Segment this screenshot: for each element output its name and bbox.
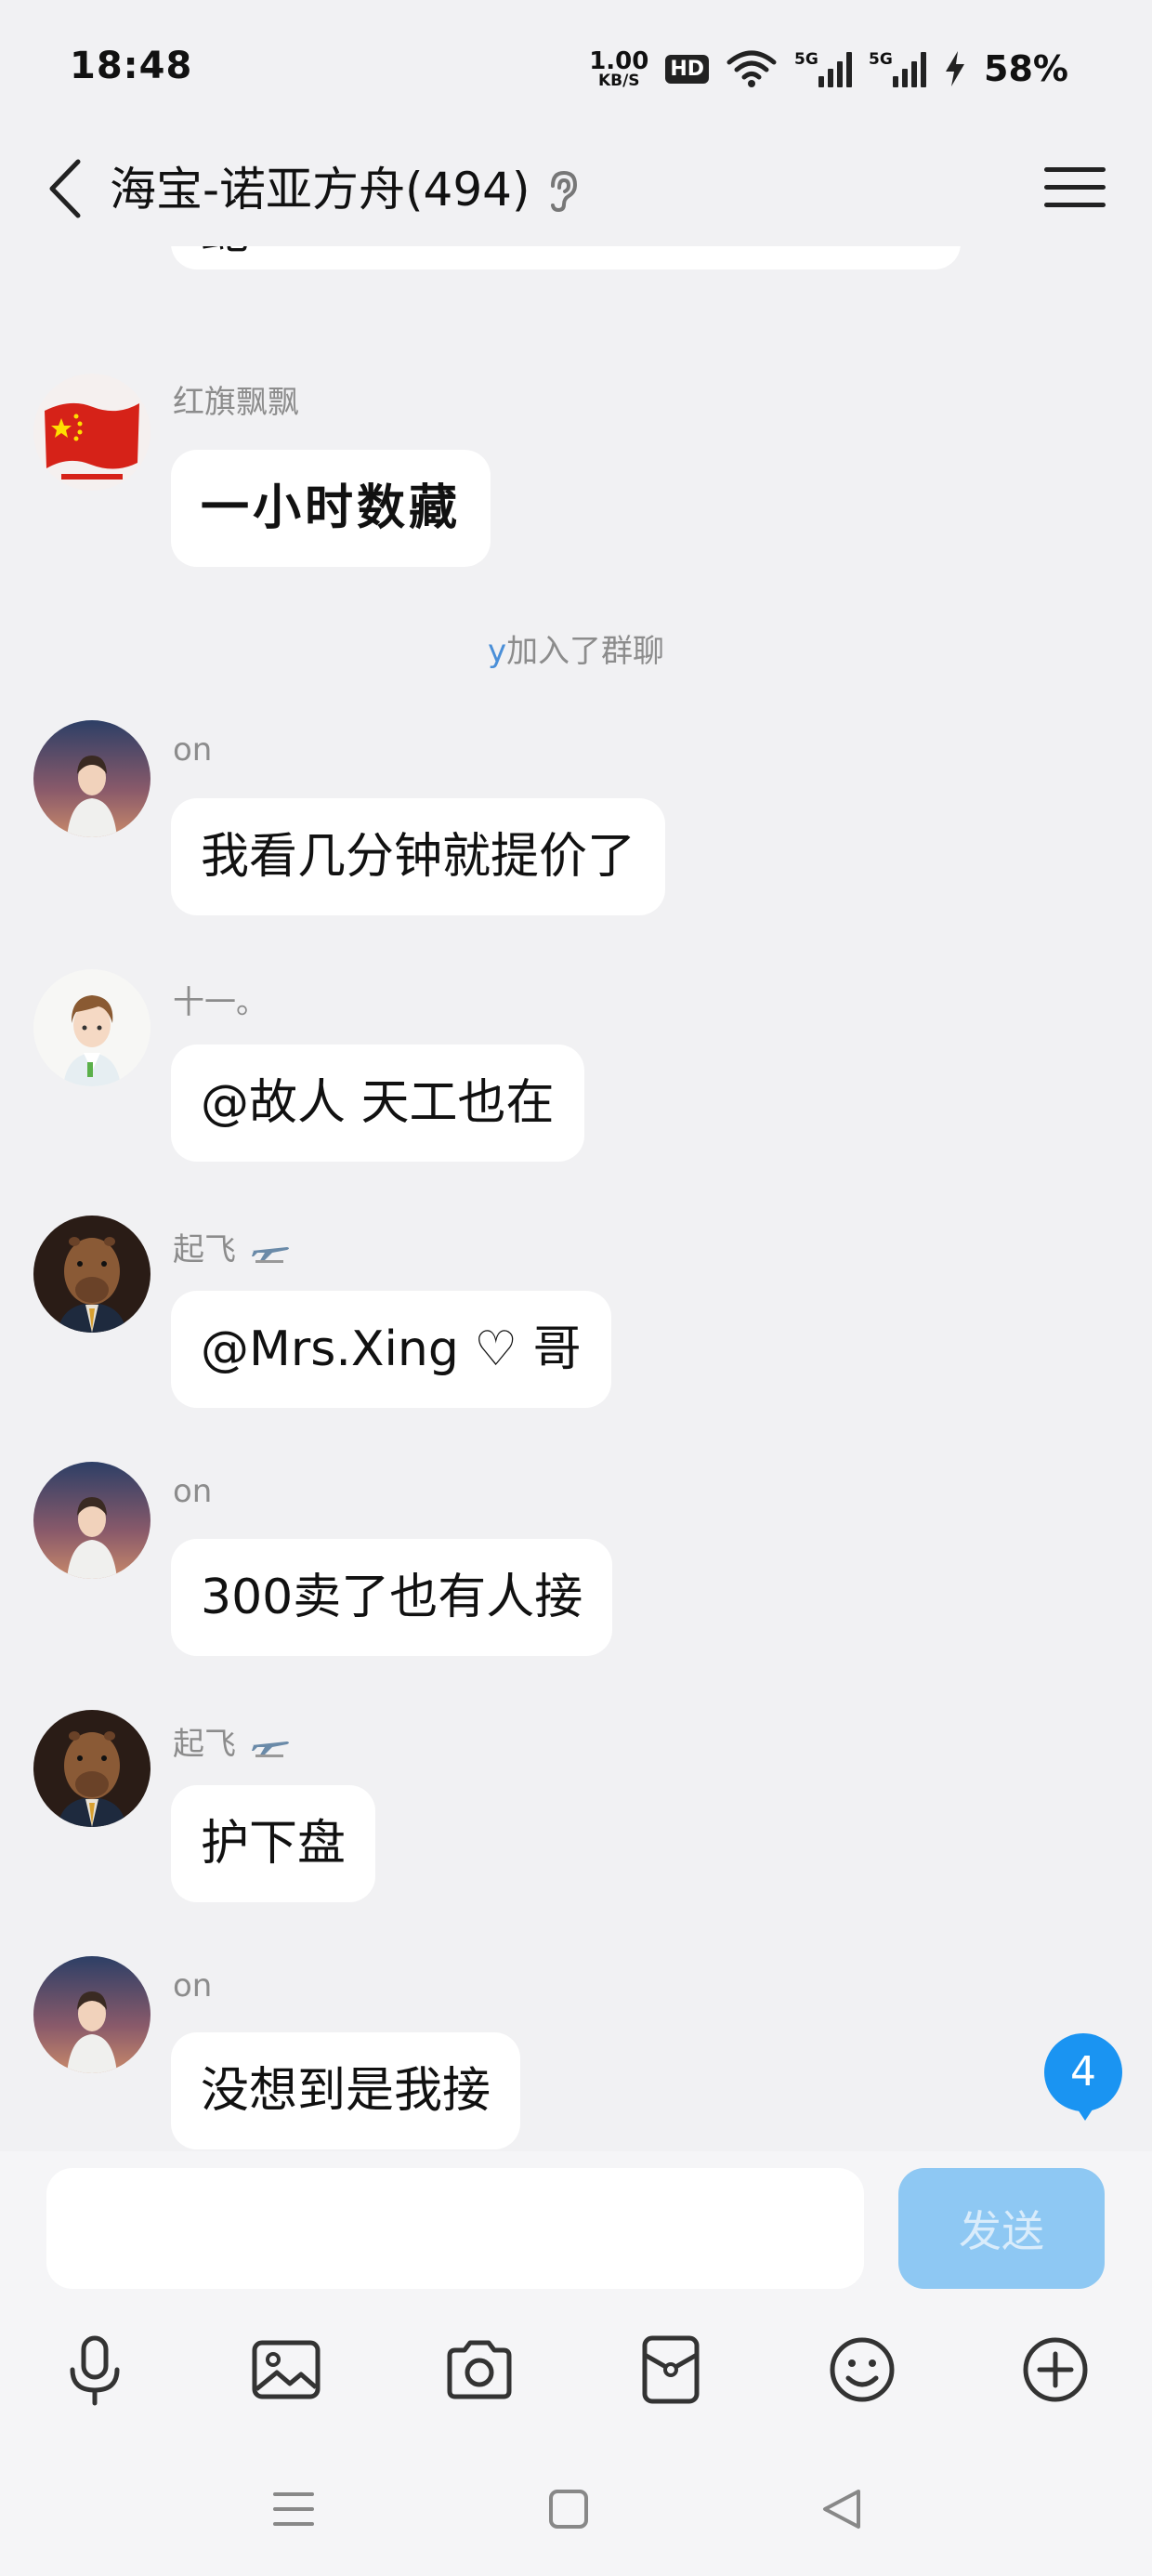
sender-name: 十一。	[173, 984, 268, 1021]
back-nav-button[interactable]	[805, 2472, 879, 2546]
square-icon	[549, 2490, 588, 2529]
home-button[interactable]	[531, 2472, 606, 2546]
message-bubble[interactable]: 没想到是我接	[171, 2032, 521, 2149]
system-message-text: 加入了群聊	[506, 633, 665, 670]
send-button[interactable]: 发送	[898, 2168, 1105, 2289]
message-text: @Mrs.Xing ♡ 哥	[201, 1321, 582, 1377]
signal-label-sim2: 5G	[869, 50, 893, 69]
capybara-avatar-image	[33, 1710, 151, 1827]
chat-title[interactable]: 海宝-诺亚方舟(494)	[110, 145, 530, 234]
chat-header: 海宝-诺亚方舟(494)	[0, 138, 1152, 249]
boy-avatar-image	[33, 720, 151, 837]
input-toolbar	[0, 2319, 1152, 2430]
red-packet-icon	[642, 2335, 700, 2404]
flag-avatar-image	[33, 374, 151, 491]
menu-icon-line	[1044, 184, 1106, 190]
airplane-icon	[251, 1741, 289, 1757]
airplane-icon	[251, 1246, 289, 1263]
emoji-button[interactable]	[816, 2319, 909, 2421]
message-bubble[interactable]: @故人 天工也在	[171, 1045, 584, 1162]
boy-avatar-image	[33, 1462, 151, 1579]
message-text: 护下盘	[201, 1816, 347, 1872]
status-bar: 18:48 1.00 KB/S HD 5G 5G 58%	[0, 0, 1152, 138]
signal-icon-sim2: 5G	[869, 50, 927, 87]
back-button[interactable]	[37, 147, 93, 230]
wifi-icon	[727, 50, 777, 87]
system-nav-bar	[0, 2444, 1152, 2576]
boy-avatar[interactable]	[33, 1956, 151, 2073]
system-message-user[interactable]: y	[488, 633, 506, 670]
menu-lines-icon	[273, 2492, 314, 2526]
boy-avatar-image	[33, 1956, 151, 2073]
message-bubble[interactable]: 蛇	[171, 246, 961, 269]
signal-icon-sim1: 5G	[794, 50, 853, 87]
capybara-avatar[interactable]	[33, 1710, 151, 1827]
sender-name: on	[173, 1967, 213, 2004]
status-time: 18:48	[70, 45, 193, 87]
sender-name-text: 起飞	[173, 1231, 236, 1268]
voice-button[interactable]	[48, 2319, 141, 2421]
flag-avatar[interactable]	[33, 374, 151, 491]
more-button[interactable]	[1009, 2319, 1102, 2421]
message-bubble[interactable]: 一小时数藏	[171, 450, 491, 567]
message-text: 一小时数藏	[201, 480, 462, 536]
boy-avatar[interactable]	[33, 1462, 151, 1579]
message-list[interactable]: 蛇 红旗飘飘 一小时数藏 y加入了群聊	[0, 246, 1152, 2151]
menu-icon-line	[1044, 166, 1106, 172]
sender-name: 红旗飘飘	[173, 384, 299, 421]
earpiece-mode-icon	[551, 170, 578, 213]
message-bubble[interactable]: 护下盘	[171, 1785, 376, 1902]
red-packet-button[interactable]	[624, 2319, 717, 2421]
cartoon-avatar[interactable]	[33, 969, 151, 1086]
capybara-avatar-image	[33, 1216, 151, 1333]
gallery-button[interactable]	[240, 2319, 333, 2421]
recents-button[interactable]	[256, 2472, 331, 2546]
message-bubble[interactable]: 300卖了也有人接	[171, 1539, 613, 1656]
image-icon	[252, 2340, 321, 2399]
boy-avatar[interactable]	[33, 720, 151, 837]
plus-icon	[1023, 2337, 1088, 2402]
menu-button[interactable]	[1044, 154, 1106, 219]
hd-voice-badge: HD	[665, 54, 710, 84]
sender-name: on	[173, 1473, 213, 1510]
capybara-avatar[interactable]	[33, 1216, 151, 1333]
status-indicators: 1.00 KB/S HD 5G 5G 58%	[589, 46, 1068, 91]
signal-label-sim1: 5G	[794, 50, 818, 69]
chevron-left-icon	[49, 159, 81, 218]
message-text: 蛇	[201, 246, 249, 260]
camera-icon	[447, 2340, 512, 2399]
sender-name: on	[173, 731, 213, 769]
battery-percent: 58%	[984, 48, 1068, 89]
message-text: 没想到是我接	[201, 2063, 491, 2119]
triangle-back-icon	[823, 2490, 860, 2529]
emoji-icon	[830, 2337, 895, 2402]
network-speed: 1.00 KB/S	[589, 49, 648, 89]
system-message: y加入了群聊	[0, 625, 1152, 671]
message-text: @故人 天工也在	[201, 1075, 555, 1131]
menu-icon-line	[1044, 202, 1106, 207]
sender-name: 起飞	[173, 1224, 291, 1269]
sender-name-text: 起飞	[173, 1726, 236, 1763]
message-input[interactable]	[46, 2168, 864, 2289]
cartoon-avatar-image	[33, 969, 151, 1086]
message-text: 我看几分钟就提价了	[201, 829, 636, 885]
camera-button[interactable]	[433, 2319, 526, 2421]
charging-icon	[946, 51, 965, 86]
microphone-icon	[70, 2335, 120, 2406]
message-text: 300卖了也有人接	[201, 1570, 583, 1625]
chat-screen: 18:48 1.00 KB/S HD 5G 5G 58% 海宝-诺亚方舟(494…	[0, 0, 1152, 2576]
message-bubble[interactable]: @Mrs.Xing ♡ 哥	[171, 1291, 611, 1408]
message-bubble[interactable]: 我看几分钟就提价了	[171, 798, 666, 915]
network-speed-unit: KB/S	[597, 71, 640, 90]
sender-name: 起飞	[173, 1718, 291, 1764]
new-message-badge[interactable]: 4	[1044, 2033, 1122, 2121]
network-speed-value: 1.00	[589, 46, 649, 75]
